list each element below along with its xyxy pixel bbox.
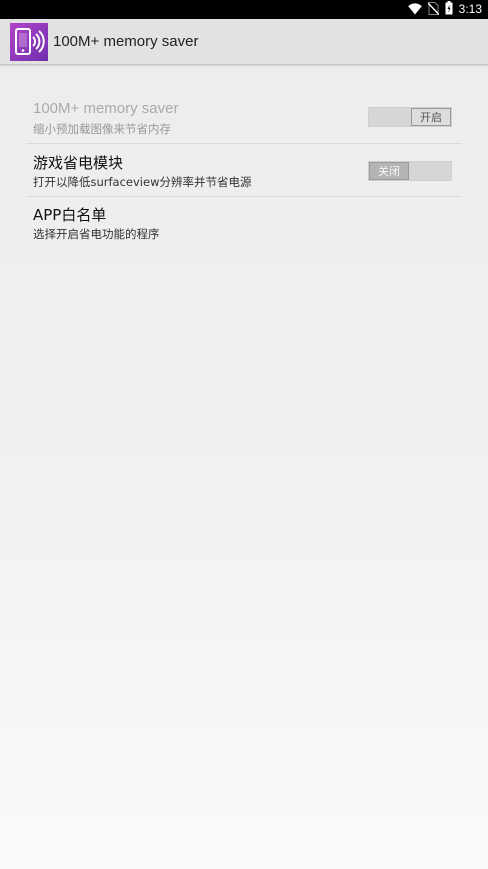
pref-memory-saver[interactable]: 100M+ memory saver 缩小预加载图像来节省内存 开启 bbox=[26, 90, 462, 144]
pref-summary: 打开以降低surfaceview分辨率并节省电源 bbox=[33, 175, 252, 189]
pref-title: 游戏省电模块 bbox=[33, 154, 124, 172]
pref-summary: 选择开启省电功能的程序 bbox=[33, 227, 160, 241]
app-title: 100M+ memory saver bbox=[53, 33, 199, 50]
action-bar: 100M+ memory saver bbox=[0, 19, 488, 65]
battery-icon bbox=[445, 0, 453, 19]
wifi-icon bbox=[407, 0, 422, 19]
status-time: 3:13 bbox=[458, 2, 482, 16]
game-power-saving-toggle[interactable]: 关闭 bbox=[368, 161, 452, 181]
pref-title: APP白名单 bbox=[33, 206, 107, 224]
status-bar: 3:13 bbox=[0, 0, 488, 19]
pref-game-power-saving[interactable]: 游戏省电模块 打开以降低surfaceview分辨率并节省电源 关闭 bbox=[26, 144, 462, 197]
status-icons: 3:13 bbox=[407, 0, 482, 19]
pref-title: 100M+ memory saver bbox=[33, 100, 179, 117]
phone-signal-icon[interactable] bbox=[10, 23, 48, 61]
no-sim-icon bbox=[427, 0, 440, 19]
pref-app-whitelist[interactable]: APP白名单 选择开启省电功能的程序 bbox=[26, 197, 462, 247]
toggle-thumb-label: 关闭 bbox=[369, 162, 409, 180]
preference-list: 100M+ memory saver 缩小预加载图像来节省内存 开启 游戏省电模… bbox=[26, 90, 462, 247]
pref-summary: 缩小预加载图像来节省内存 bbox=[33, 122, 171, 136]
memory-saver-toggle[interactable]: 开启 bbox=[368, 107, 452, 127]
toggle-thumb-label: 开启 bbox=[411, 108, 451, 126]
